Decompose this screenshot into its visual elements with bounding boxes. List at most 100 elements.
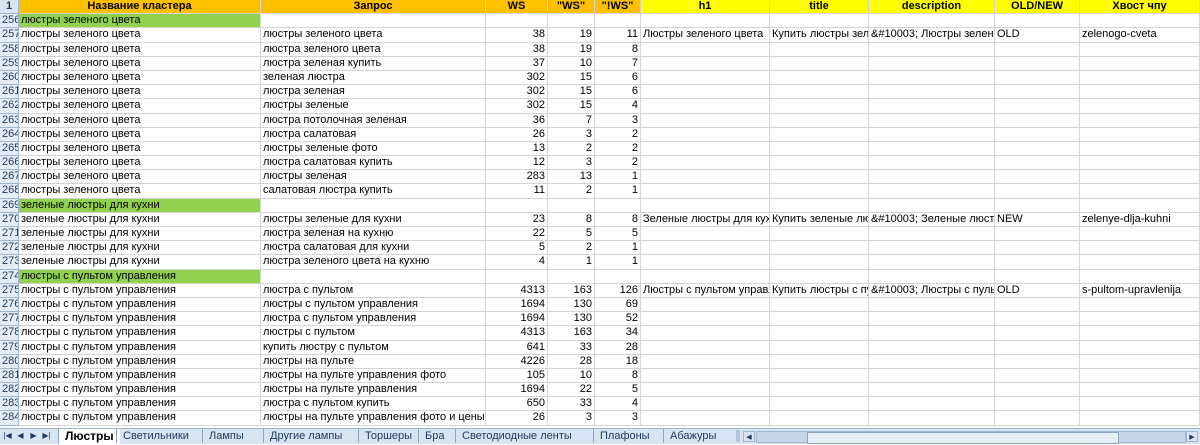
horizontal-scrollbar[interactable] bbox=[756, 431, 1186, 444]
ws-cell[interactable]: 283 bbox=[486, 170, 548, 185]
old-new-cell[interactable] bbox=[995, 397, 1080, 412]
title-cell[interactable] bbox=[770, 170, 869, 185]
exact-ws-cell[interactable]: 2 bbox=[595, 127, 641, 142]
scroll-right-icon[interactable]: ▶ bbox=[1186, 431, 1198, 442]
exact-ws-cell[interactable]: 8 bbox=[595, 368, 641, 384]
title-cell[interactable] bbox=[770, 340, 869, 355]
query-cell[interactable]: люстра с пультом купить bbox=[261, 397, 486, 412]
old-new-cell[interactable] bbox=[995, 241, 1080, 256]
h1-cell[interactable] bbox=[641, 326, 770, 341]
title-cell[interactable] bbox=[770, 227, 869, 242]
url-tail-cell[interactable] bbox=[1080, 198, 1200, 213]
quoted-ws-cell[interactable] bbox=[548, 14, 595, 29]
title-cell[interactable] bbox=[770, 297, 869, 313]
exact-ws-cell[interactable]: 8 bbox=[595, 212, 641, 227]
cluster-name-cell[interactable]: люстры зеленого цвета bbox=[19, 184, 261, 199]
old-new-cell[interactable]: OLD bbox=[995, 28, 1080, 43]
h1-cell[interactable] bbox=[641, 354, 770, 369]
cluster-name-cell[interactable]: люстры с пультом управления bbox=[19, 312, 261, 327]
old-new-cell[interactable] bbox=[995, 184, 1080, 199]
description-cell[interactable]: &#10003; Люстры с пультом bbox=[869, 283, 995, 298]
title-cell[interactable] bbox=[770, 42, 869, 57]
old-new-cell[interactable] bbox=[995, 269, 1080, 284]
cluster-name-cell[interactable]: зеленые люстры для кухни bbox=[19, 255, 261, 270]
row-number[interactable]: 263 bbox=[0, 113, 19, 128]
cluster-name-cell[interactable]: люстры с пультом управления bbox=[19, 326, 261, 341]
cluster-name-cell[interactable]: люстры с пультом управления bbox=[19, 411, 261, 426]
ws-cell[interactable]: 302 bbox=[486, 70, 548, 86]
quoted-ws-cell[interactable]: 2 bbox=[548, 184, 595, 199]
old-new-cell[interactable] bbox=[995, 383, 1080, 398]
ws-cell[interactable]: 641 bbox=[486, 340, 548, 355]
ws-cell[interactable]: 38 bbox=[486, 42, 548, 57]
row-number[interactable]: 256 bbox=[0, 14, 19, 29]
old-new-cell[interactable] bbox=[995, 411, 1080, 426]
cluster-name-cell[interactable]: люстры с пультом управления bbox=[19, 340, 261, 355]
h1-cell[interactable] bbox=[641, 368, 770, 384]
query-cell[interactable]: люстра зеленая bbox=[261, 85, 486, 100]
quoted-ws-cell[interactable]: 163 bbox=[548, 283, 595, 298]
url-tail-cell[interactable]: zelenogo-cveta bbox=[1080, 28, 1200, 43]
url-tail-cell[interactable] bbox=[1080, 255, 1200, 270]
row-number[interactable]: 266 bbox=[0, 156, 19, 171]
old-new-cell[interactable] bbox=[995, 340, 1080, 355]
sheet-tab[interactable]: Торшеры bbox=[358, 429, 418, 443]
description-cell[interactable] bbox=[869, 113, 995, 128]
description-cell[interactable] bbox=[869, 397, 995, 412]
title-cell[interactable] bbox=[770, 85, 869, 100]
title-cell[interactable] bbox=[770, 397, 869, 412]
query-cell[interactable]: люстры зеленого цвета bbox=[261, 28, 486, 43]
description-cell[interactable] bbox=[869, 184, 995, 199]
old-new-cell[interactable] bbox=[995, 70, 1080, 86]
query-cell[interactable]: люстры зеленые bbox=[261, 99, 486, 114]
old-new-cell[interactable] bbox=[995, 141, 1080, 157]
query-cell[interactable]: люстра потолочная зеленая bbox=[261, 113, 486, 128]
cluster-name-cell[interactable]: люстры зеленого цвета bbox=[19, 56, 261, 71]
description-cell[interactable] bbox=[869, 141, 995, 157]
title-cell[interactable] bbox=[770, 127, 869, 142]
h1-cell[interactable] bbox=[641, 312, 770, 327]
row-number[interactable]: 269 bbox=[0, 198, 19, 213]
description-cell[interactable] bbox=[869, 227, 995, 242]
h1-cell[interactable] bbox=[641, 269, 770, 284]
query-cell[interactable]: люстра салатовая bbox=[261, 127, 486, 142]
exact-ws-cell[interactable]: 1 bbox=[595, 170, 641, 185]
quoted-ws-cell[interactable]: 3 bbox=[548, 127, 595, 142]
sheet-tab[interactable]: Другие лампы bbox=[263, 429, 348, 443]
quoted-ws-cell[interactable]: 7 bbox=[548, 113, 595, 128]
h1-cell[interactable]: Люстры с пультом управлен bbox=[641, 283, 770, 298]
quoted-ws-cell[interactable]: 5 bbox=[548, 227, 595, 242]
cluster-name-cell[interactable]: люстры зеленого цвета bbox=[19, 85, 261, 100]
row-number[interactable]: 284 bbox=[0, 411, 19, 426]
h1-cell[interactable] bbox=[641, 127, 770, 142]
scrollbar-thumb[interactable] bbox=[807, 432, 1119, 444]
url-tail-cell[interactable] bbox=[1080, 184, 1200, 199]
quoted-ws-cell[interactable]: 3 bbox=[548, 411, 595, 426]
url-tail-cell[interactable]: zelenye-dlja-kuhni bbox=[1080, 212, 1200, 227]
description-cell[interactable] bbox=[869, 354, 995, 369]
h1-cell[interactable]: Люстры зеленого цвета bbox=[641, 28, 770, 43]
h1-cell[interactable] bbox=[641, 56, 770, 71]
url-tail-cell[interactable] bbox=[1080, 156, 1200, 171]
query-cell[interactable]: люстра зеленого цвета bbox=[261, 42, 486, 57]
quoted-ws-cell[interactable]: 3 bbox=[548, 156, 595, 171]
description-cell[interactable] bbox=[869, 255, 995, 270]
description-cell[interactable] bbox=[869, 297, 995, 313]
group-label-cell[interactable]: люстры зеленого цвета bbox=[19, 14, 261, 29]
query-cell[interactable]: купить люстру с пультом bbox=[261, 340, 486, 355]
title-cell[interactable] bbox=[770, 255, 869, 270]
exact-ws-cell[interactable]: 4 bbox=[595, 397, 641, 412]
url-tail-cell[interactable] bbox=[1080, 113, 1200, 128]
row-number[interactable]: 268 bbox=[0, 184, 19, 199]
quoted-ws-cell[interactable] bbox=[548, 198, 595, 213]
old-new-cell[interactable] bbox=[995, 85, 1080, 100]
old-new-cell[interactable] bbox=[995, 14, 1080, 29]
h1-cell[interactable] bbox=[641, 411, 770, 426]
description-cell[interactable] bbox=[869, 241, 995, 256]
title-cell[interactable] bbox=[770, 56, 869, 71]
cluster-name-cell[interactable]: зеленые люстры для кухни bbox=[19, 241, 261, 256]
h1-cell[interactable] bbox=[641, 227, 770, 242]
exact-ws-cell[interactable]: 126 bbox=[595, 283, 641, 298]
row-number[interactable]: 276 bbox=[0, 297, 19, 313]
cluster-name-cell[interactable]: люстры зеленого цвета bbox=[19, 28, 261, 43]
